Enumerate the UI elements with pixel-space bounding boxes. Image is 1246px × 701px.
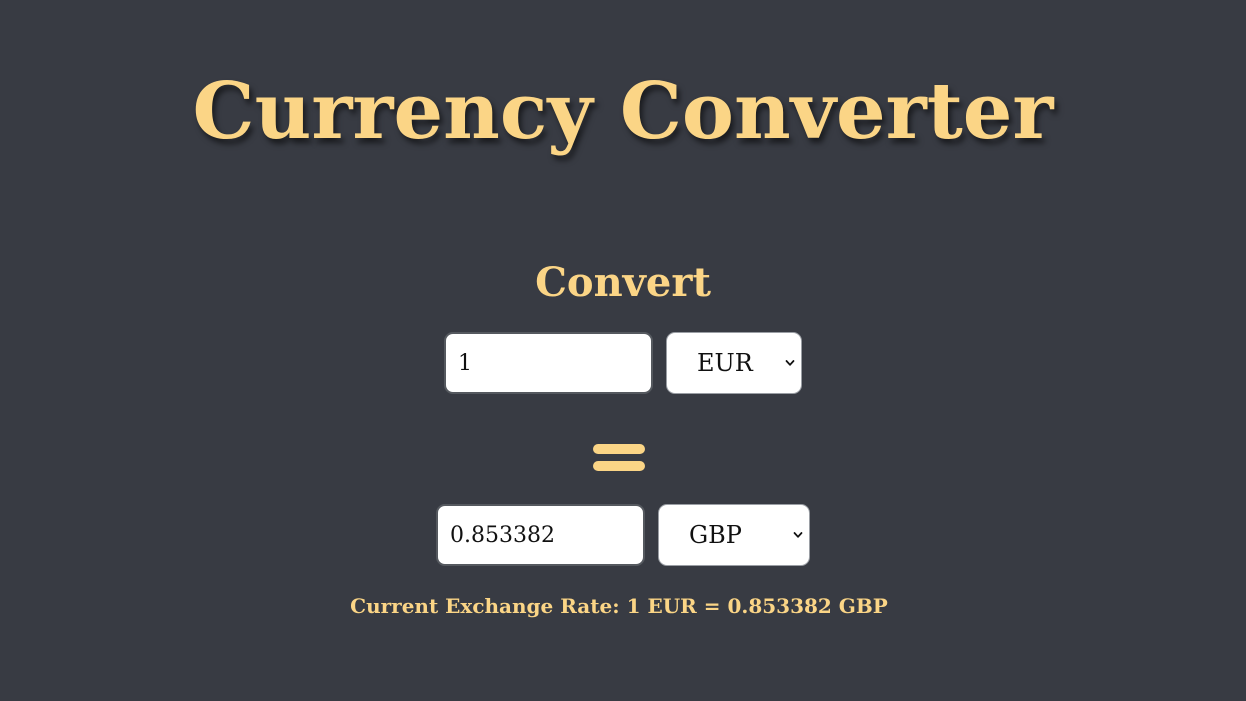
page-title: Currency Converter [192,66,1054,157]
to-currency-value: GBP [689,521,742,549]
to-currency-select[interactable]: GBP [658,504,810,566]
from-row: EUR [0,332,1246,394]
equals-icon [593,444,645,472]
from-currency-select[interactable]: EUR [666,332,802,394]
chevron-down-icon [785,360,795,366]
chevron-down-icon [793,532,803,538]
to-amount-input[interactable] [436,504,645,566]
from-amount-input[interactable] [444,332,653,394]
equals-bar-top [593,444,645,454]
equals-bar-bottom [593,461,645,471]
from-currency-value: EUR [697,349,753,377]
convert-heading: Convert [535,259,711,306]
to-row: GBP [0,504,1246,566]
exchange-rate-text: Current Exchange Rate: 1 EUR = 0.853382 … [350,594,888,618]
